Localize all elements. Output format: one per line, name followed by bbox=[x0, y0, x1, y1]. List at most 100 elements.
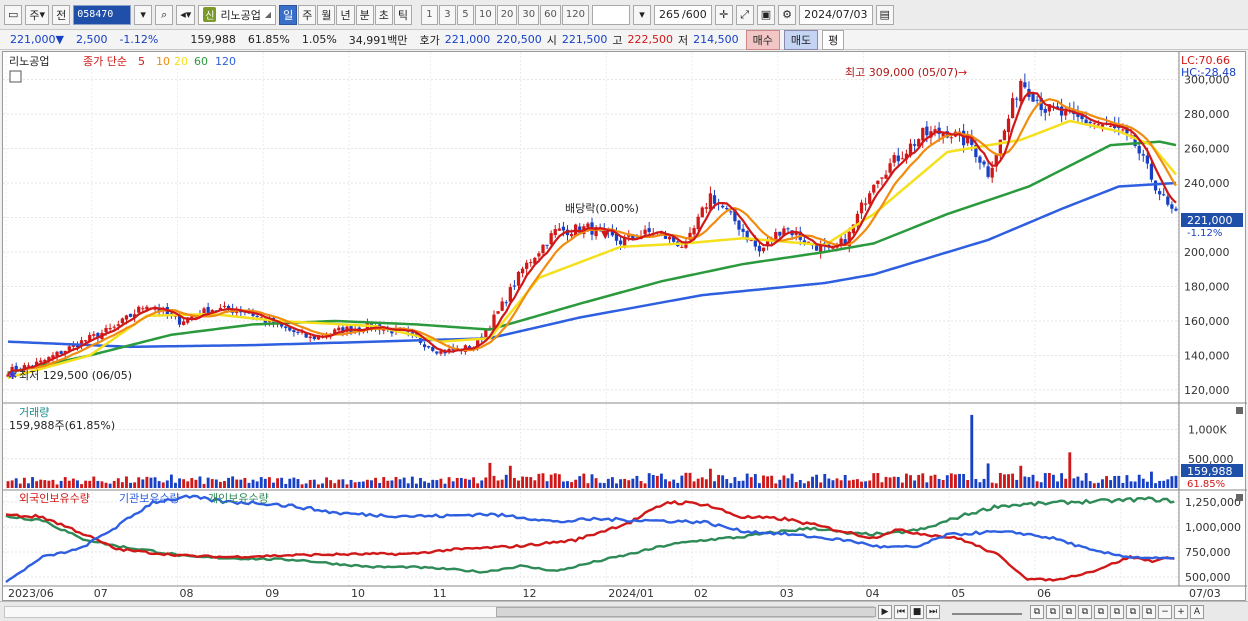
candle-body bbox=[296, 331, 300, 333]
volume-bar bbox=[1023, 476, 1027, 488]
volume-bar bbox=[55, 484, 59, 488]
period-button-3[interactable]: 년 bbox=[336, 4, 355, 25]
volume-bar bbox=[627, 480, 631, 488]
volume-bar bbox=[643, 483, 647, 488]
draw-icon-c[interactable]: ⧉ bbox=[1110, 605, 1124, 619]
volume-bar bbox=[680, 475, 684, 488]
period-button-6[interactable]: 틱 bbox=[393, 4, 412, 25]
volume-bar bbox=[1003, 474, 1006, 488]
volume-bar bbox=[1068, 452, 1072, 488]
interval-button-30[interactable]: 30 bbox=[518, 4, 540, 25]
volume-bar bbox=[137, 477, 141, 488]
date-field[interactable]: 2024/07/03 bbox=[799, 4, 873, 25]
search-icon[interactable]: ⌕ bbox=[155, 4, 174, 25]
draw-icon-d[interactable]: ⧉ bbox=[1126, 605, 1140, 619]
layout-icon-a[interactable]: ⧉ bbox=[1030, 605, 1044, 619]
expand-icon[interactable]: ⤢ bbox=[735, 4, 754, 25]
scroll-control-1[interactable]: ⏮ bbox=[894, 605, 908, 619]
draw-icon-b[interactable]: ⧉ bbox=[1094, 605, 1108, 619]
crosshair-icon[interactable]: ✛ bbox=[714, 4, 733, 25]
period-button-5[interactable]: 초 bbox=[374, 4, 393, 25]
tool-icon-1[interactable]: + bbox=[1174, 605, 1188, 619]
volume-bar bbox=[157, 481, 161, 488]
buy-button[interactable]: 매수 bbox=[745, 29, 780, 50]
draw-icon-e[interactable]: ⧉ bbox=[1142, 605, 1156, 619]
volume-bar bbox=[76, 480, 79, 488]
interval-button-120[interactable]: 120 bbox=[561, 4, 589, 25]
layout-icon-c[interactable]: ⧉ bbox=[1062, 605, 1076, 619]
volume-bar bbox=[945, 475, 949, 488]
period-button-1[interactable]: 주 bbox=[298, 4, 317, 25]
volume-bar bbox=[325, 477, 328, 488]
scroll-thumb[interactable] bbox=[496, 607, 876, 617]
quote-bar: 221,000▼ 2,500 -1.12% 159,988 61.85% 1.0… bbox=[0, 29, 1248, 50]
zoom-slider[interactable] bbox=[952, 609, 1022, 615]
chart-area[interactable]: 120,000140,000160,000180,000200,000220,0… bbox=[2, 51, 1247, 602]
x-tick-label: 10 bbox=[351, 587, 365, 600]
current-price: 221,000▼ bbox=[10, 33, 64, 46]
sell-button[interactable]: 매도 bbox=[783, 29, 819, 50]
interval-button-5[interactable]: 5 bbox=[456, 4, 474, 25]
layout-icon-b[interactable]: ⧉ bbox=[1046, 605, 1060, 619]
range-field[interactable]: 265/600 bbox=[653, 4, 712, 25]
period-button-0[interactable]: 일 bbox=[279, 4, 298, 25]
period-button-2[interactable]: 월 bbox=[317, 4, 336, 25]
chart-scrollbar[interactable]: ▶ ⏮ ■ ⏭ ⧉ ⧉ ⧉ ⧉ ⧉ ⧉ ⧉ ⧉ − + A bbox=[0, 601, 1248, 621]
volume-bar bbox=[982, 478, 986, 488]
candle-body bbox=[545, 244, 549, 246]
unit-select[interactable] bbox=[591, 4, 630, 25]
x-tick-label: 12 bbox=[523, 587, 537, 600]
price-tag: 221,000 bbox=[1187, 214, 1233, 227]
volume-bar bbox=[206, 477, 210, 488]
volume-bar bbox=[349, 479, 353, 488]
speaker-icon[interactable]: ◂▾ bbox=[176, 4, 196, 25]
scroll-control-2[interactable]: ■ bbox=[910, 605, 924, 619]
gear-icon[interactable]: ⚙ bbox=[778, 4, 797, 25]
unit-dropdown-icon[interactable]: ▾ bbox=[632, 4, 651, 25]
candle-body bbox=[116, 324, 120, 326]
volume-bar bbox=[459, 478, 463, 488]
stock-name-box[interactable]: 신 리노공업 ◢ bbox=[198, 4, 277, 25]
save-icon[interactable]: ▣ bbox=[756, 4, 776, 25]
volume-bar bbox=[909, 475, 912, 488]
window-icon[interactable]: ▭ bbox=[4, 4, 23, 25]
volume-bar bbox=[1174, 475, 1178, 488]
scroll-control-3[interactable]: ⏭ bbox=[926, 605, 940, 619]
stock-chart[interactable]: 120,000140,000160,000180,000200,000220,0… bbox=[3, 52, 1247, 602]
tool-icon-2[interactable]: A bbox=[1190, 605, 1204, 619]
volume-bar bbox=[651, 474, 655, 488]
volume-bar bbox=[300, 484, 304, 488]
volume-bar bbox=[1043, 473, 1047, 488]
interval-button-3[interactable]: 3 bbox=[438, 4, 456, 25]
scroll-control-0[interactable]: ▶ bbox=[878, 605, 892, 619]
period-button-4[interactable]: 분 bbox=[355, 4, 374, 25]
interval-button-10[interactable]: 10 bbox=[474, 4, 496, 25]
volume-bar bbox=[1060, 473, 1064, 488]
volume-bar bbox=[149, 477, 153, 488]
price-tick-label: 140,000 bbox=[1184, 349, 1230, 362]
volume-bar bbox=[1109, 480, 1113, 488]
tool-icon-0[interactable]: − bbox=[1158, 605, 1172, 619]
volume-bar bbox=[762, 475, 765, 488]
volume-bar bbox=[717, 474, 721, 488]
interval-button-20[interactable]: 20 bbox=[496, 4, 518, 25]
dropdown-icon[interactable]: ▾ bbox=[134, 4, 153, 25]
price-change: 2,500 bbox=[75, 33, 108, 46]
candle-body bbox=[741, 228, 745, 232]
prev-button[interactable]: 전 bbox=[52, 4, 71, 25]
volume-bar bbox=[557, 474, 561, 488]
calendar-icon[interactable]: ▤ bbox=[875, 4, 894, 25]
stock-code-input[interactable] bbox=[73, 4, 132, 25]
interval-button-60[interactable]: 60 bbox=[540, 4, 561, 25]
volume-bar bbox=[1125, 475, 1129, 488]
volume-bar bbox=[455, 477, 459, 488]
average-button[interactable]: 평 bbox=[822, 29, 845, 50]
period-type-select[interactable]: 주 ▾ bbox=[25, 4, 50, 25]
volume-bar bbox=[231, 476, 235, 488]
volume-bar bbox=[823, 473, 827, 488]
volume-bar bbox=[708, 468, 712, 488]
interval-button-1[interactable]: 1 bbox=[420, 4, 438, 25]
draw-icon-a[interactable]: ⧉ bbox=[1078, 605, 1092, 619]
volume: 159,988 bbox=[190, 33, 236, 46]
candle-body bbox=[786, 228, 790, 230]
